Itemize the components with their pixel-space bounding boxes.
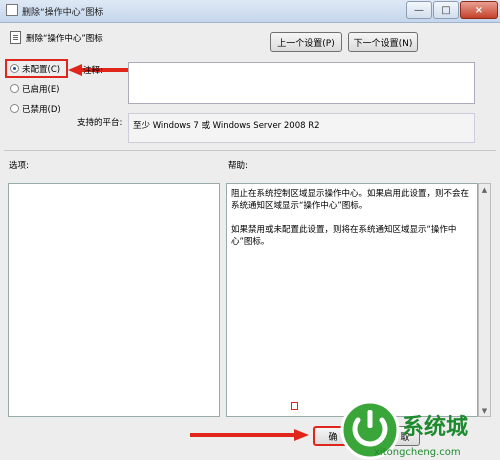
red-marker	[291, 402, 298, 410]
prev-setting-button[interactable]: 上一个设置(P)	[270, 32, 342, 52]
radio-label: 未配置(C)	[22, 64, 61, 75]
minimize-button[interactable]: —	[406, 1, 432, 19]
close-button[interactable]: ×	[460, 1, 498, 19]
window-title: 删除“操作中心”图标	[22, 8, 104, 18]
setting-title: 删除“操作中心”图标	[26, 34, 103, 44]
radio-dot[interactable]	[10, 84, 19, 93]
help-text-1: 阻止在系统控制区域显示操作中心。如果启用此设置，则不会在系统通知区域显示“操作中…	[231, 189, 470, 211]
radio-label: 已启用(E)	[22, 84, 60, 95]
annotation-arrow-right	[190, 429, 309, 441]
help-panel: 阻止在系统控制区域显示操作中心。如果启用此设置，则不会在系统通知区域显示“操作中…	[226, 183, 478, 417]
setting-icon	[10, 31, 21, 44]
watermark-domain: xitongcheng.com	[374, 447, 461, 458]
radio-not-configured[interactable]: 未配置(C)	[10, 62, 60, 75]
options-label: 选项:	[9, 161, 29, 171]
radio-dot[interactable]	[10, 104, 19, 113]
options-panel	[8, 183, 220, 417]
radio-label: 已禁用(D)	[22, 104, 61, 115]
policy-icon	[6, 4, 18, 16]
comment-label: 注释:	[83, 66, 103, 76]
divider	[4, 150, 496, 151]
next-setting-button[interactable]: 下一个设置(N)	[348, 32, 418, 52]
title-bar: 删除“操作中心”图标 — □ ×	[0, 0, 500, 23]
radio-enabled[interactable]: 已启用(E)	[10, 82, 60, 95]
help-text-2: 如果禁用或未配置此设置，则将在系统通知区域显示“操作中心”图标。	[231, 225, 457, 247]
scroll-up-icon[interactable]: ▲	[479, 184, 490, 195]
radio-disabled[interactable]: 已禁用(D)	[10, 102, 61, 115]
help-scrollbar[interactable]: ▲ ▼	[478, 183, 491, 417]
maximize-button[interactable]: □	[433, 1, 459, 19]
comment-input[interactable]	[128, 62, 475, 104]
help-label: 帮助:	[228, 161, 248, 171]
platform-label: 支持的平台:	[77, 118, 123, 128]
platform-value: 至少 Windows 7 或 Windows Server 2008 R2	[128, 113, 475, 143]
watermark-logo: 系统城 xitongcheng.com	[340, 400, 468, 460]
radio-dot[interactable]	[10, 64, 19, 73]
watermark-text: 系统城	[402, 414, 468, 440]
